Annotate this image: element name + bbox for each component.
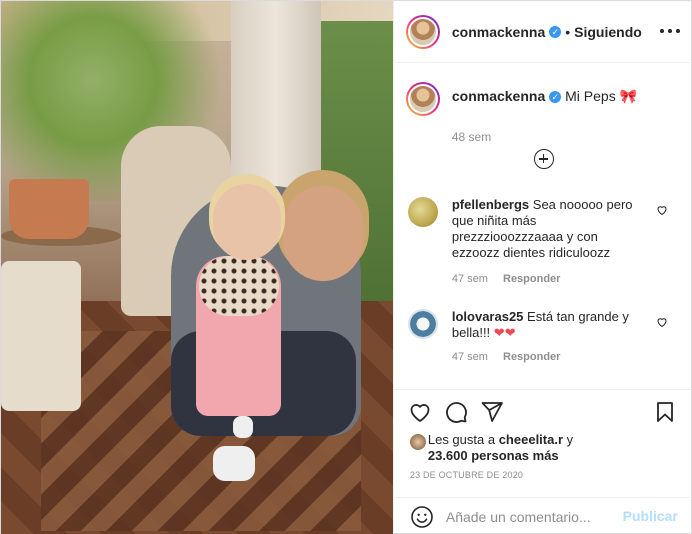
ribbon-emoji: 🎀	[619, 88, 638, 104]
likes-joiner: y	[566, 432, 574, 447]
comment-icon[interactable]	[444, 400, 468, 424]
following-button[interactable]: Siguiendo	[574, 24, 642, 40]
likes-prefix: Les gusta a	[427, 432, 496, 447]
comment-username[interactable]: lolovaras25	[452, 309, 524, 324]
comment-text: lolovaras25 Está tan grande y bella!!! ❤…	[452, 309, 648, 341]
caption-text: conmackenna ✓ Mi Peps 🎀	[452, 87, 682, 105]
comment-avatar[interactable]	[407, 197, 438, 227]
photo-sofa	[1, 261, 81, 411]
post-photo[interactable]	[1, 1, 393, 534]
avatar-image	[407, 84, 438, 114]
post-header: conmackenna ✓ • Siguiendo	[393, 1, 692, 63]
heart-icon[interactable]	[408, 400, 432, 424]
comments-list: conmackenna ✓ Mi Peps 🎀 48 sem pfellenber…	[394, 63, 692, 389]
comment-username[interactable]: pfellenbergs	[452, 197, 529, 212]
comment-text: pfellenbergs Sea nooooo pero que niñita …	[452, 197, 648, 261]
photo-toddler-shirt	[199, 256, 279, 316]
post-side-panel: conmackenna ✓ • Siguiendo conmackenna ✓ M…	[392, 1, 692, 534]
comment-time[interactable]: 47 sem	[452, 351, 488, 363]
avatar[interactable]	[405, 14, 440, 49]
header-username[interactable]: conmackenna	[452, 24, 545, 40]
likes-user[interactable]: cheeelita.r	[499, 432, 563, 447]
post-actions: Les gusta a cheeelita.r y 23.600 persona…	[393, 389, 692, 497]
comment-heart-icon[interactable]	[656, 315, 668, 328]
add-comment-bar: Publicar	[393, 497, 692, 534]
photo-plant-pot	[9, 179, 89, 239]
caption-time[interactable]: 48 sem	[452, 130, 491, 144]
reply-button[interactable]: Responder	[503, 273, 560, 285]
more-options-icon[interactable]	[659, 21, 680, 41]
photo-toddler-shoe	[213, 446, 255, 481]
header-separator: •	[565, 23, 571, 40]
bookmark-icon[interactable]	[653, 400, 677, 424]
likes-text: Les gusta a cheeelita.r y 23.600 persona…	[428, 432, 578, 464]
publish-button[interactable]: Publicar	[623, 508, 678, 524]
likes-count[interactable]: 23.600 personas más	[428, 448, 559, 463]
caption-body: Mi Peps	[565, 88, 616, 104]
add-circle-icon[interactable]	[533, 149, 554, 169]
comment-input[interactable]	[445, 506, 626, 528]
photo-toddler-head	[213, 184, 281, 260]
post-date[interactable]: 23 DE OCTUBRE DE 2020	[410, 470, 523, 480]
comment-meta: 47 sem Responder	[452, 351, 561, 363]
reply-button[interactable]: Responder	[503, 351, 560, 363]
avatar[interactable]	[405, 82, 440, 116]
photo-woman-head	[283, 186, 363, 281]
comment-avatar[interactable]	[407, 309, 438, 339]
send-icon[interactable]	[480, 400, 504, 424]
avatar-image	[407, 16, 438, 47]
verified-badge-icon: ✓	[549, 91, 562, 103]
comment-meta: 47 sem Responder	[452, 273, 561, 285]
photo-toddler-shoe	[233, 416, 253, 438]
emoji-icon[interactable]	[410, 505, 434, 529]
comment-heart-icon[interactable]	[656, 203, 668, 216]
comment-time[interactable]: 47 sem	[452, 273, 488, 285]
caption-username[interactable]: conmackenna	[452, 88, 545, 104]
red-hearts-emoji: ❤❤	[493, 325, 516, 340]
instagram-post: conmackenna ✓ • Siguiendo conmackenna ✓ M…	[0, 0, 692, 534]
avatar[interactable]	[409, 434, 426, 450]
verified-badge-icon: ✓	[549, 25, 562, 38]
